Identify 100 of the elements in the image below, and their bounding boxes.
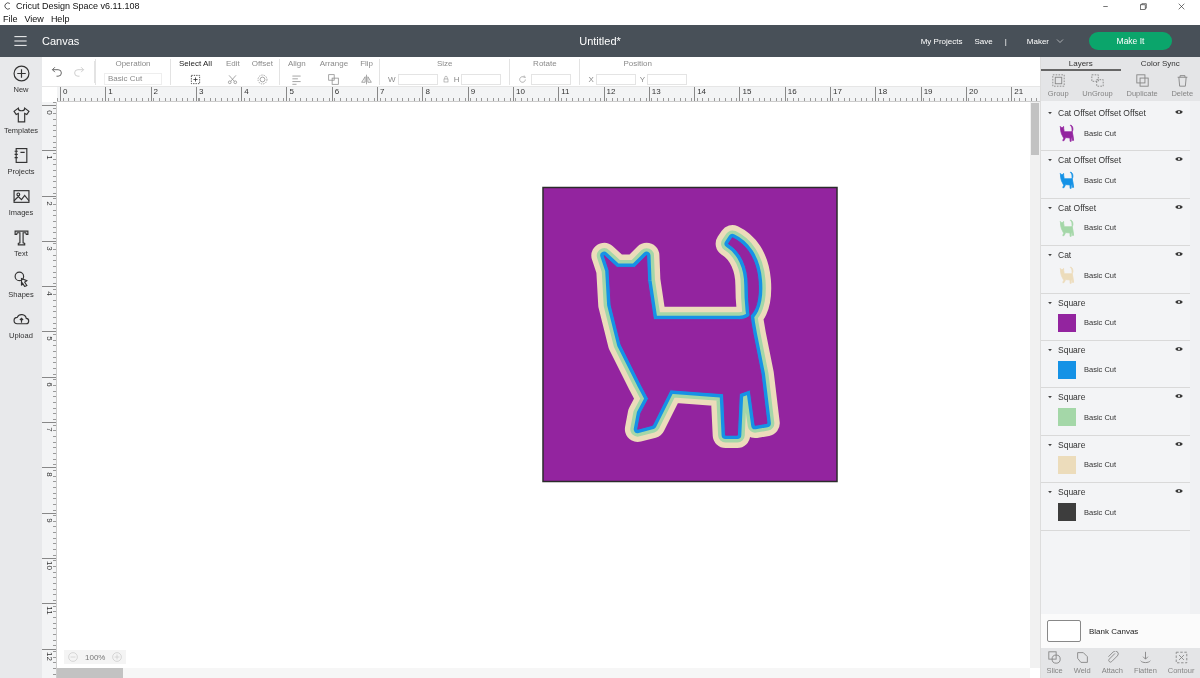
blank-canvas-swatch[interactable] [1047, 620, 1081, 642]
ruler-number: 5 [44, 336, 54, 342]
caret-down-icon [1047, 110, 1053, 116]
weld-icon [1075, 651, 1089, 664]
plus-circle-icon [12, 65, 30, 82]
menu-item[interactable]: View [24, 13, 44, 24]
ruler-number: 18 [875, 87, 921, 101]
document-title: Untitled* [579, 35, 621, 47]
menu-item[interactable]: File [3, 13, 18, 24]
eye-icon [1174, 392, 1184, 401]
zoom-out-button[interactable] [68, 652, 78, 662]
separator-text: | [1004, 36, 1007, 46]
tool-label: Position [623, 58, 652, 68]
input-field[interactable] [531, 73, 572, 85]
ruler-number: 4 [241, 87, 287, 101]
layer-name: Square [1058, 392, 1086, 403]
tool-label: Operation [115, 58, 151, 68]
shapes-icon [12, 270, 30, 287]
picture-icon [12, 188, 30, 205]
dashed-square-plus-icon [189, 73, 201, 85]
layer-name: Cat Offset Offset [1058, 155, 1121, 166]
rotate-arrow-icon [518, 74, 528, 84]
ruler-number: 8 [422, 87, 468, 101]
eye-icon [1174, 487, 1184, 496]
layer-name: Square [1058, 344, 1086, 355]
ruler-number: 8 [44, 472, 54, 478]
zoom-in-button[interactable] [112, 652, 123, 662]
ruler-number: 3 [195, 87, 242, 101]
ruler-number: 1 [105, 87, 151, 101]
zoom-level: 100% [85, 652, 106, 662]
canvas-label: Blank Canvas [1089, 626, 1139, 636]
ungroup-squares-icon [1091, 74, 1105, 87]
trash-icon [1175, 74, 1189, 87]
plus-circle-icon [112, 652, 123, 662]
ruler-number: 15 [739, 87, 785, 101]
input-field[interactable] [647, 73, 688, 85]
caret-down-icon [1047, 204, 1053, 211]
eye-icon [1174, 297, 1184, 306]
eye-icon [1174, 155, 1184, 164]
caret-down-icon [1047, 394, 1053, 401]
machine-dropdown[interactable]: Maker [1026, 36, 1065, 46]
ruler-number: 10 [512, 87, 559, 101]
contour-icon [1174, 651, 1188, 664]
caret-down-icon [1047, 299, 1053, 306]
ruler-number: 0 [60, 87, 106, 101]
ruler-number: 20 [965, 87, 1012, 101]
select-all-button[interactable]: Select All [170, 58, 220, 85]
tool-label: Rotate [533, 58, 557, 68]
page-title: Canvas [42, 35, 80, 47]
ruler-number: 10 [44, 561, 54, 570]
chevron-down-icon [1055, 37, 1065, 45]
tool-label: Size [436, 58, 453, 68]
horizontal-scrollbar[interactable] [57, 668, 1030, 678]
ruler-number: 2 [44, 200, 54, 206]
eye-icon [1174, 202, 1184, 211]
minus-circle-icon [68, 652, 78, 662]
restore-icon [1138, 1, 1148, 11]
menu-button[interactable] [12, 34, 29, 48]
input-field[interactable] [461, 73, 502, 85]
panel-tab[interactable]: Color Sync [1120, 57, 1200, 71]
close-icon [1176, 1, 1186, 11]
slice-icon [1048, 651, 1062, 664]
ruler-number: 17 [830, 87, 876, 101]
caret-down-icon [1047, 489, 1053, 496]
ruler-number: 12 [44, 651, 54, 661]
header-link[interactable]: Save [974, 36, 993, 46]
ruler-number: 0 [44, 110, 54, 115]
caret-down-icon [1047, 252, 1053, 259]
caret-down-icon [1047, 441, 1053, 448]
eye-icon [1174, 108, 1184, 116]
ruler-number: 6 [331, 87, 378, 101]
eye-icon [1174, 439, 1184, 448]
window-title: Cricut Design Space v6.11.108 [16, 1, 140, 11]
ruler-number: 9 [467, 87, 513, 101]
input-field[interactable] [595, 73, 636, 85]
ruler-number: 5 [286, 87, 332, 101]
header-link[interactable]: My Projects [920, 36, 963, 46]
layer-name: Cat [1058, 250, 1072, 261]
menu-item[interactable]: Help [50, 13, 70, 24]
scissors-icon [227, 73, 239, 85]
input-field[interactable] [397, 73, 438, 85]
stacked-squares-icon [328, 73, 340, 85]
ruler-number: 6 [44, 382, 54, 387]
ruler-number: 11 [558, 87, 604, 101]
layer-name: Square [1058, 487, 1086, 498]
field-label: W [388, 74, 396, 84]
duplicate-icon [1135, 74, 1149, 87]
field-label: X [588, 74, 594, 84]
caret-down-icon [1047, 346, 1053, 353]
layer-name: Square [1058, 439, 1086, 450]
align-lines-icon [291, 73, 303, 85]
layer-name: Cat Offset Offset Offset [1058, 108, 1146, 118]
ruler-number: 7 [44, 427, 54, 432]
ruler-number: 16 [784, 87, 831, 101]
vertical-scrollbar[interactable] [1030, 102, 1040, 668]
paperclip-icon [1105, 651, 1119, 664]
app-logo-icon [3, 1, 13, 11]
ruler-number: 9 [44, 517, 54, 523]
ruler-number: 7 [377, 87, 423, 101]
letter-t-icon [12, 229, 30, 246]
